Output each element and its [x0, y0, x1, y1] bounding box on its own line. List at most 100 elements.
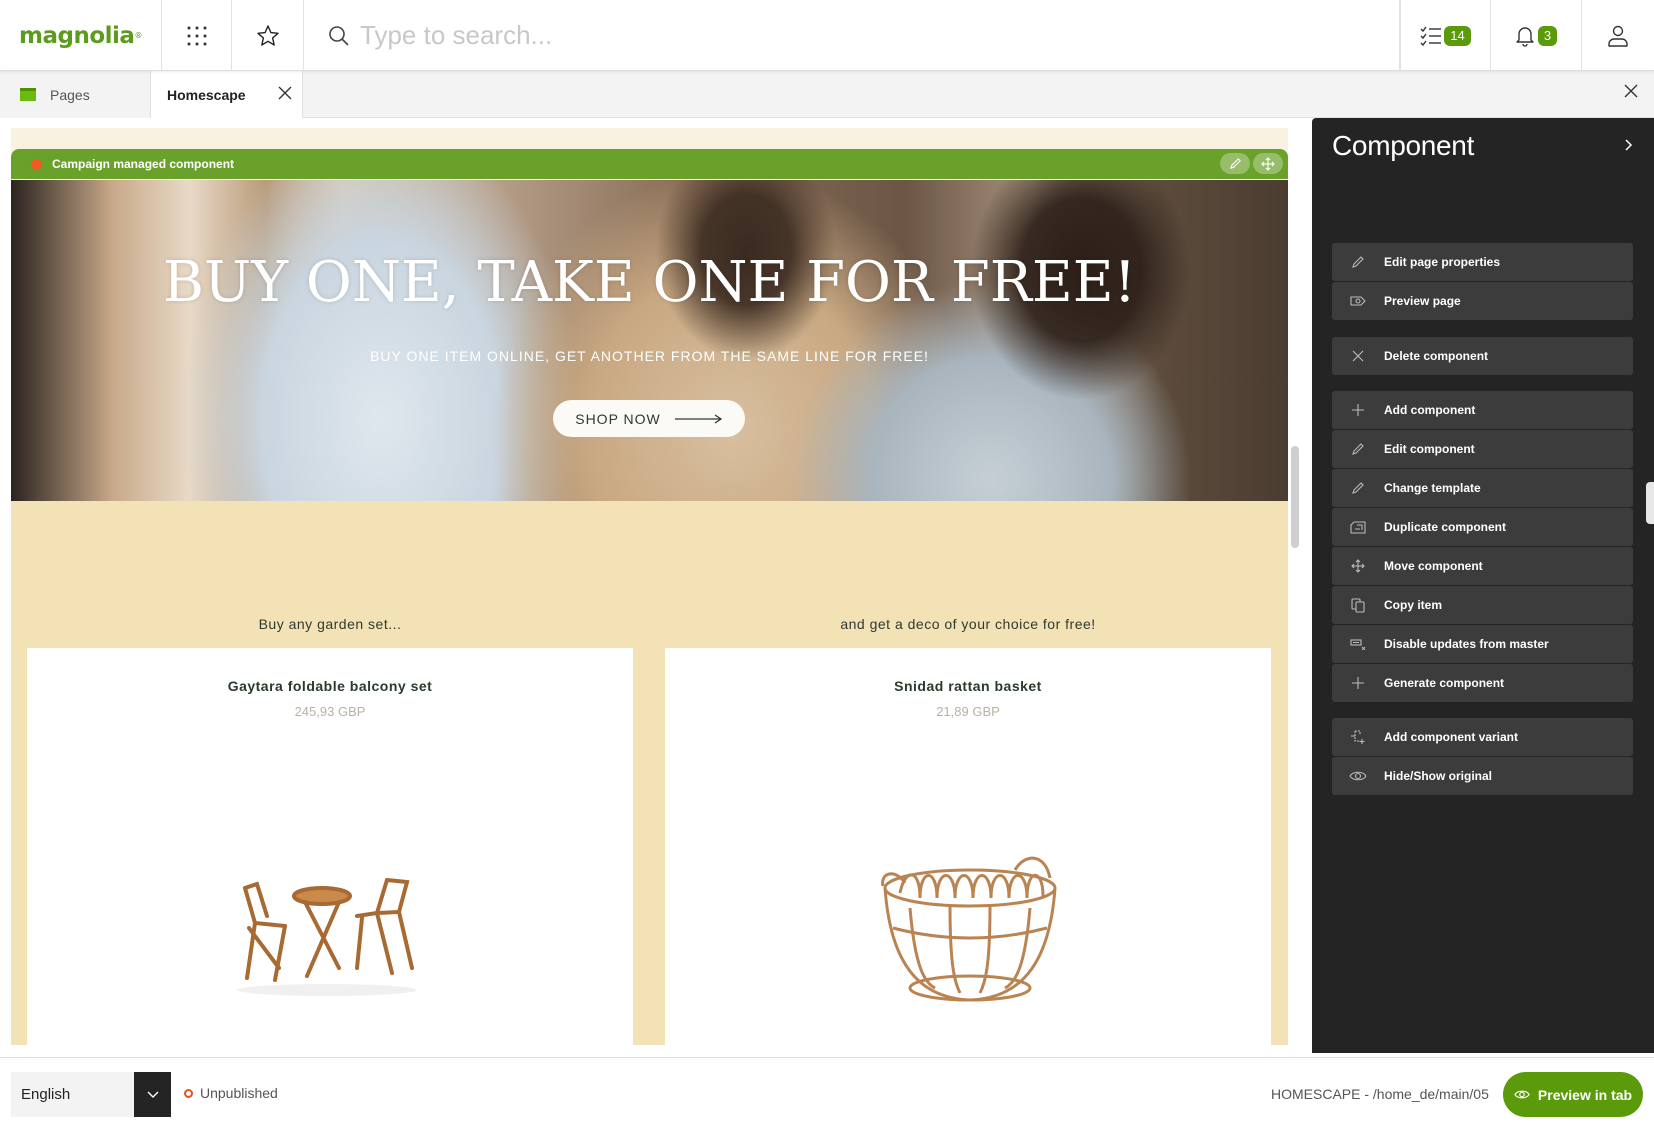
search-input[interactable]: [360, 20, 1260, 51]
unpublished-status-icon: [184, 1088, 193, 1098]
notifications-count-badge: 3: [1537, 25, 1558, 46]
action-label: Change template: [1384, 481, 1481, 495]
campaign-status-dot: [31, 158, 42, 170]
action-label: Delete component: [1384, 349, 1489, 363]
product-name: Gaytara foldable balcony set: [227, 678, 433, 694]
disable-updates-icon: [1350, 639, 1366, 650]
action-label: Copy item: [1384, 598, 1443, 612]
apps-grid-icon: [187, 26, 206, 45]
action-label: Generate component: [1384, 676, 1505, 690]
language-value: English: [21, 1086, 71, 1103]
task-list-icon: [1420, 26, 1442, 46]
pencil-icon: [1352, 256, 1364, 268]
action-edit-component[interactable]: Edit component: [1332, 430, 1633, 468]
product-card[interactable]: Gaytara foldable balcony set 245,93 GBP: [27, 648, 633, 1045]
action-label: Add component variant: [1384, 730, 1519, 744]
promo-section: Buy any garden set... and get a deco of …: [11, 501, 1288, 1045]
app-launcher-button[interactable]: [162, 0, 232, 71]
action-move-component[interactable]: Move component: [1332, 547, 1633, 585]
action-preview-page[interactable]: Preview page: [1332, 282, 1633, 320]
eye-icon: [1349, 771, 1367, 781]
bell-icon: [1516, 26, 1534, 47]
status-text: Unpublished: [200, 1085, 278, 1101]
action-disable-updates-from-master[interactable]: Disable updates from master: [1332, 625, 1633, 663]
action-edit-page-properties[interactable]: Edit page properties: [1332, 243, 1633, 281]
campaign-component-bar[interactable]: Campaign managed component: [11, 149, 1288, 179]
move-icon: [1351, 559, 1365, 573]
search-icon: [329, 25, 349, 46]
move-icon: [1261, 156, 1275, 171]
move-component-bar-button[interactable]: [1253, 153, 1283, 174]
user-menu-button[interactable]: [1582, 0, 1654, 71]
rattan-basket-image: [881, 856, 1057, 1002]
action-change-template[interactable]: Change template: [1332, 469, 1633, 507]
action-hide-show-original[interactable]: Hide/Show original: [1332, 757, 1633, 795]
notifications-button[interactable]: 3: [1491, 0, 1582, 71]
chevron-right-icon: [1625, 139, 1633, 151]
footer-bar: English Unpublished HOMESCAPE - /home_de…: [0, 1057, 1654, 1130]
tab-pages-label: Pages: [50, 86, 90, 103]
action-label: Duplicate component: [1384, 520, 1507, 534]
preview-in-tab-button[interactable]: Preview in tab: [1503, 1072, 1643, 1117]
balcony-set-image: [237, 878, 417, 996]
chevron-down-icon: [147, 1091, 158, 1098]
action-label: Hide/Show original: [1384, 769, 1493, 783]
tasks-button[interactable]: 14: [1400, 0, 1491, 71]
shop-now-label: SHOP NOW: [575, 410, 661, 427]
hero-banner: BUY ONE, TAKE ONE FOR FREE! BUY ONE ITEM…: [11, 180, 1288, 501]
shop-now-button[interactable]: SHOP NOW: [553, 400, 745, 437]
preview-label: Preview in tab: [1537, 1086, 1633, 1103]
edit-component-bar-button[interactable]: [1220, 153, 1250, 174]
close-app-button[interactable]: [1624, 84, 1638, 103]
panel-title: Component: [1332, 130, 1475, 161]
page-preview: Campaign managed component BUY ONE, TAKE…: [11, 128, 1288, 1045]
product-price: 245,93 GBP: [294, 704, 366, 719]
action-add-component[interactable]: Add component: [1332, 391, 1633, 429]
action-copy-item[interactable]: Copy item: [1332, 586, 1633, 624]
copy-icon: [1351, 597, 1365, 613]
plus-icon: [1352, 677, 1364, 689]
logo-text: magnolia: [19, 22, 135, 49]
tab-homescape-label: Homescape: [167, 87, 246, 103]
top-bar: magnolia® 14 3: [0, 0, 1654, 71]
page-path: HOMESCAPE - /home_de/main/05: [1271, 1086, 1489, 1102]
magnolia-logo[interactable]: magnolia ®: [0, 0, 162, 71]
panel-resize-handle[interactable]: [1646, 482, 1654, 524]
tasks-count-badge: 14: [1444, 25, 1471, 46]
registered-mark: ®: [134, 31, 142, 40]
pencil-icon: [1352, 443, 1364, 455]
eye-icon: [1514, 1090, 1530, 1099]
search-bar: [304, 0, 1400, 71]
product-name: Snidad rattan basket: [894, 678, 1042, 694]
hero-subtitle: BUY ONE ITEM ONLINE, GET ANOTHER FROM TH…: [370, 348, 929, 364]
arrow-right-icon: [674, 413, 722, 424]
close-icon: [278, 86, 292, 100]
language-dropdown-button[interactable]: [134, 1072, 171, 1117]
action-label: Disable updates from master: [1384, 637, 1549, 651]
action-label: Edit component: [1384, 442, 1475, 456]
pencil-icon: [1352, 482, 1364, 494]
action-label: Preview page: [1384, 294, 1461, 308]
promo-left-label: Buy any garden set...: [258, 616, 402, 632]
action-generate-component[interactable]: Generate component: [1332, 664, 1633, 702]
promo-right-label: and get a deco of your choice for free!: [840, 616, 1096, 632]
workspace: Campaign managed component BUY ONE, TAKE…: [0, 118, 1654, 1057]
page-scrollbar[interactable]: [1291, 446, 1299, 548]
publication-status: Unpublished: [184, 1085, 278, 1101]
collapse-panel-button[interactable]: [1624, 138, 1634, 157]
add-variant-icon: [1351, 730, 1365, 744]
favorites-button[interactable]: [232, 0, 304, 71]
action-delete-component[interactable]: Delete component: [1332, 337, 1633, 375]
tab-close-button[interactable]: [278, 86, 292, 103]
action-add-component-variant[interactable]: Add component variant: [1332, 718, 1633, 756]
tab-homescape[interactable]: Homescape: [151, 71, 303, 119]
hero-title: BUY ONE, TAKE ONE FOR FREE!: [162, 250, 1137, 315]
tab-pages[interactable]: Pages: [0, 71, 151, 118]
action-label: Edit page properties: [1384, 255, 1501, 269]
product-card[interactable]: Snidad rattan basket 21,89 GBP: [665, 648, 1271, 1045]
pencil-icon: [1229, 158, 1241, 170]
duplicate-icon: [1350, 521, 1366, 534]
action-duplicate-component[interactable]: Duplicate component: [1332, 508, 1633, 546]
campaign-label: Campaign managed component: [52, 157, 235, 171]
plus-icon: [1352, 404, 1364, 416]
